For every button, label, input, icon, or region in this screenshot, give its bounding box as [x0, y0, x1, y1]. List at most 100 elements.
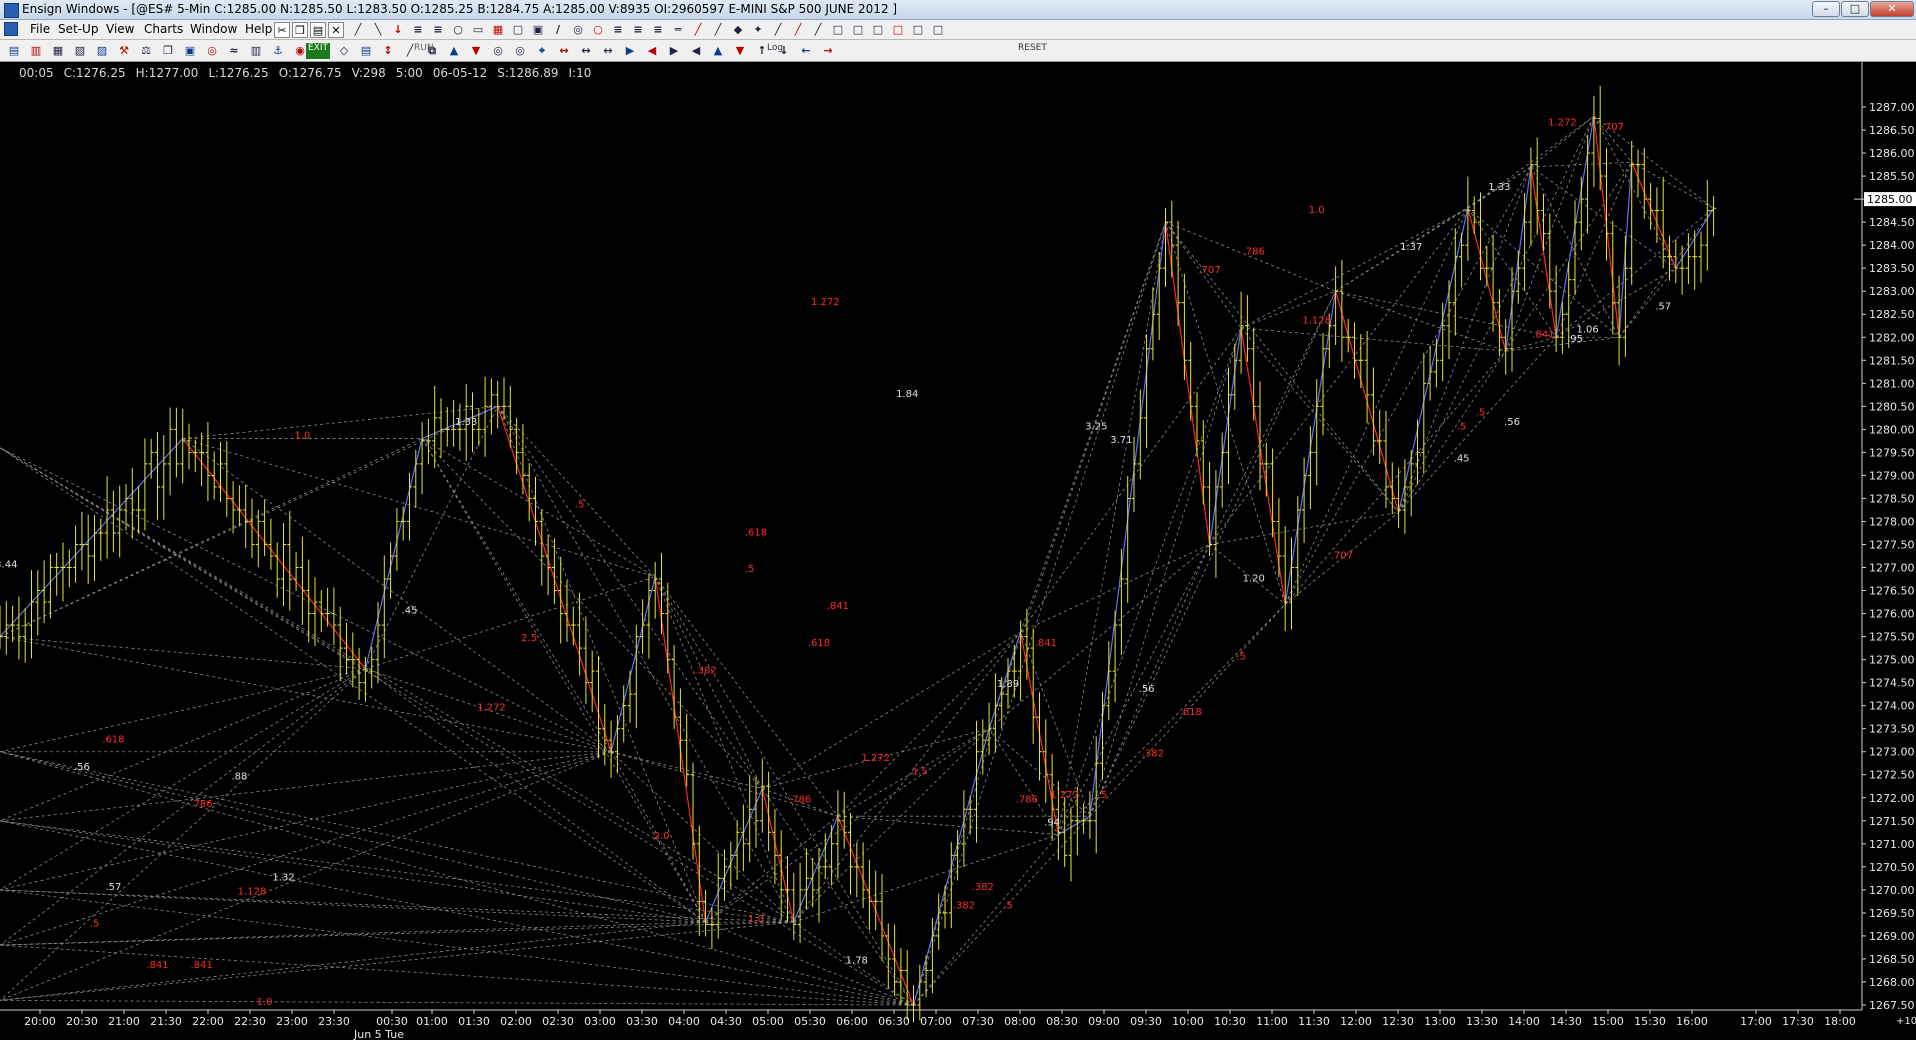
cut-icon[interactable]: ✂ [274, 22, 290, 38]
draw-tool-icon[interactable]: ◎ [570, 22, 586, 38]
chart-tool-icon[interactable]: ◎ [512, 43, 528, 59]
ohlc-bar [1478, 192, 1483, 281]
chart-tool-icon[interactable]: ◀ [644, 43, 660, 59]
chart-tool-icon[interactable]: ▣ [182, 43, 198, 59]
draw-tool-icon[interactable]: □ [850, 22, 866, 38]
draw-tool-icon[interactable]: ○ [590, 22, 606, 38]
chart-canvas[interactable]: 1.0 1.33 1.272 1.84 1.0 1.33 1.272 .707 3.44 .45.… [0, 62, 1916, 1040]
chart-tool-icon[interactable]: ▨ [94, 43, 110, 59]
draw-tool-icon[interactable]: ▣ [530, 22, 546, 38]
draw-tool-icon[interactable]: ═ [670, 22, 686, 38]
price-chart[interactable]: 00:05 C:1276.25 H:1277.00 L:1276.25 O:1276.7… [0, 62, 1916, 1040]
chart-tool-icon[interactable]: ▼ [732, 43, 748, 59]
fib-label: .786 [789, 794, 811, 805]
chart-tool-icon[interactable]: ▶ [622, 43, 638, 59]
menu-view[interactable]: View [106, 22, 134, 36]
reset-button[interactable]: RESET [1018, 43, 1047, 59]
maximize-button[interactable]: □ [1841, 1, 1869, 17]
ohlc-bar [35, 570, 41, 636]
draw-tool-icon[interactable]: ◆ [730, 22, 746, 38]
ohlc-bar [41, 560, 47, 624]
chart-tool-icon[interactable]: ↔ [578, 43, 594, 59]
ohlc-bar [892, 924, 898, 997]
chart-tool-icon[interactable]: ⚖ [138, 43, 154, 59]
chart-tool-icon[interactable]: ↔ [600, 43, 616, 59]
chart-tool-icon[interactable]: ◎ [204, 43, 220, 59]
price-tick-label: 1275.50 [1869, 631, 1915, 644]
chart-tool-icon[interactable]: ◀ [688, 43, 704, 59]
chart-tool-icon[interactable]: ▤ [358, 43, 374, 59]
chart-tool-icon[interactable]: ▶ [666, 43, 682, 59]
chart-tool-icon[interactable]: ▤ [6, 43, 22, 59]
ohlc-bar [1660, 176, 1666, 269]
draw-tool-icon[interactable]: ∕ [550, 22, 566, 38]
draw-tool-icon[interactable]: ▦ [490, 22, 506, 38]
run-button[interactable]: RUN [414, 43, 434, 59]
text-icon[interactable]: ✕ [328, 22, 344, 38]
chart-tool-icon[interactable]: ◎ [490, 43, 506, 59]
chart-tool-icon[interactable]: ↕ [380, 43, 396, 59]
chart-tool-icon[interactable]: ⚓ [270, 43, 286, 59]
ohlc-bar [1181, 273, 1187, 380]
draw-tool-icon[interactable]: □ [830, 22, 846, 38]
chart-tool-icon[interactable]: ▼ [468, 43, 484, 59]
draw-tool-icon[interactable]: ▢ [510, 22, 526, 38]
chart-tool-icon[interactable]: ⌖ [534, 43, 550, 59]
draw-tool-icon[interactable]: ╱ [710, 22, 726, 38]
draw-tool-icon[interactable]: ╲ [370, 22, 386, 38]
copy-icon[interactable]: ❐ [292, 22, 308, 38]
ohlc-bar [1522, 192, 1528, 292]
close-button[interactable]: ✕ [1870, 1, 1914, 17]
draw-tool-icon[interactable]: ○ [450, 22, 466, 38]
price-tick-label: 1272.00 [1869, 792, 1915, 805]
ohlc-bar [923, 955, 929, 998]
draw-tool-icon[interactable]: ≡ [630, 22, 646, 38]
draw-tool-icon[interactable]: ╱ [350, 22, 366, 38]
ohlc-bar [482, 376, 488, 457]
draw-tool-icon[interactable]: ✦ [750, 22, 766, 38]
chart-tool-icon[interactable]: → [820, 43, 836, 59]
draw-tool-icon[interactable]: □ [870, 22, 886, 38]
ohlc-bar [1698, 231, 1704, 283]
chart-tool-icon[interactable]: ❐ [160, 43, 176, 59]
ohlc-bar [791, 873, 797, 940]
price-tick-label: 1274.50 [1869, 677, 1915, 690]
draw-tool-icon[interactable]: ╱ [790, 22, 806, 38]
chart-tool-icon[interactable]: ▥ [248, 43, 264, 59]
draw-tool-icon[interactable]: □ [890, 22, 906, 38]
chart-tool-icon[interactable]: ▥ [28, 43, 44, 59]
ohlc-bar [1446, 280, 1452, 359]
menu-setup[interactable]: Set-Up [58, 22, 98, 36]
draw-tool-icon[interactable]: □ [930, 22, 946, 38]
draw-tool-icon[interactable]: ▭ [470, 22, 486, 38]
log-button[interactable]: Log [767, 43, 783, 59]
draw-tool-icon[interactable]: ≡ [430, 22, 446, 38]
menu-file[interactable]: File [30, 22, 50, 36]
chart-tool-icon[interactable]: ≈ [226, 43, 242, 59]
menu-charts[interactable]: Charts [144, 22, 183, 36]
chart-tool-icon[interactable]: ▲ [710, 43, 726, 59]
chart-tool-icon[interactable]: ▲ [446, 43, 462, 59]
draw-tool-icon[interactable]: ↓ [390, 22, 406, 38]
document-icon[interactable] [4, 22, 18, 36]
draw-tool-icon[interactable]: ╱ [690, 22, 706, 38]
chart-tool-icon[interactable]: ⚒ [116, 43, 132, 59]
ohlc-bar [753, 777, 759, 848]
draw-tool-icon[interactable]: ≡ [610, 22, 626, 38]
minimize-button[interactable]: – [1812, 1, 1840, 17]
draw-tool-icon[interactable]: ╱ [770, 22, 786, 38]
draw-tool-icon[interactable]: ≡ [650, 22, 666, 38]
exit-button[interactable]: EXIT [306, 43, 331, 59]
time-tick-label: 21:00 [108, 1015, 140, 1028]
draw-tool-icon[interactable]: ≡ [410, 22, 426, 38]
chart-tool-icon[interactable]: ← [798, 43, 814, 59]
draw-tool-icon[interactable]: □ [910, 22, 926, 38]
chart-tool-icon[interactable]: ▧ [72, 43, 88, 59]
draw-tool-icon[interactable]: ╱ [810, 22, 826, 38]
menu-help[interactable]: Help [245, 22, 272, 36]
chart-tool-icon[interactable]: ◇ [336, 43, 352, 59]
menu-window[interactable]: Window [190, 22, 237, 36]
paste-icon[interactable]: ▤ [310, 22, 326, 38]
chart-tool-icon[interactable]: ▦ [50, 43, 66, 59]
chart-tool-icon[interactable]: ↔ [556, 43, 572, 59]
